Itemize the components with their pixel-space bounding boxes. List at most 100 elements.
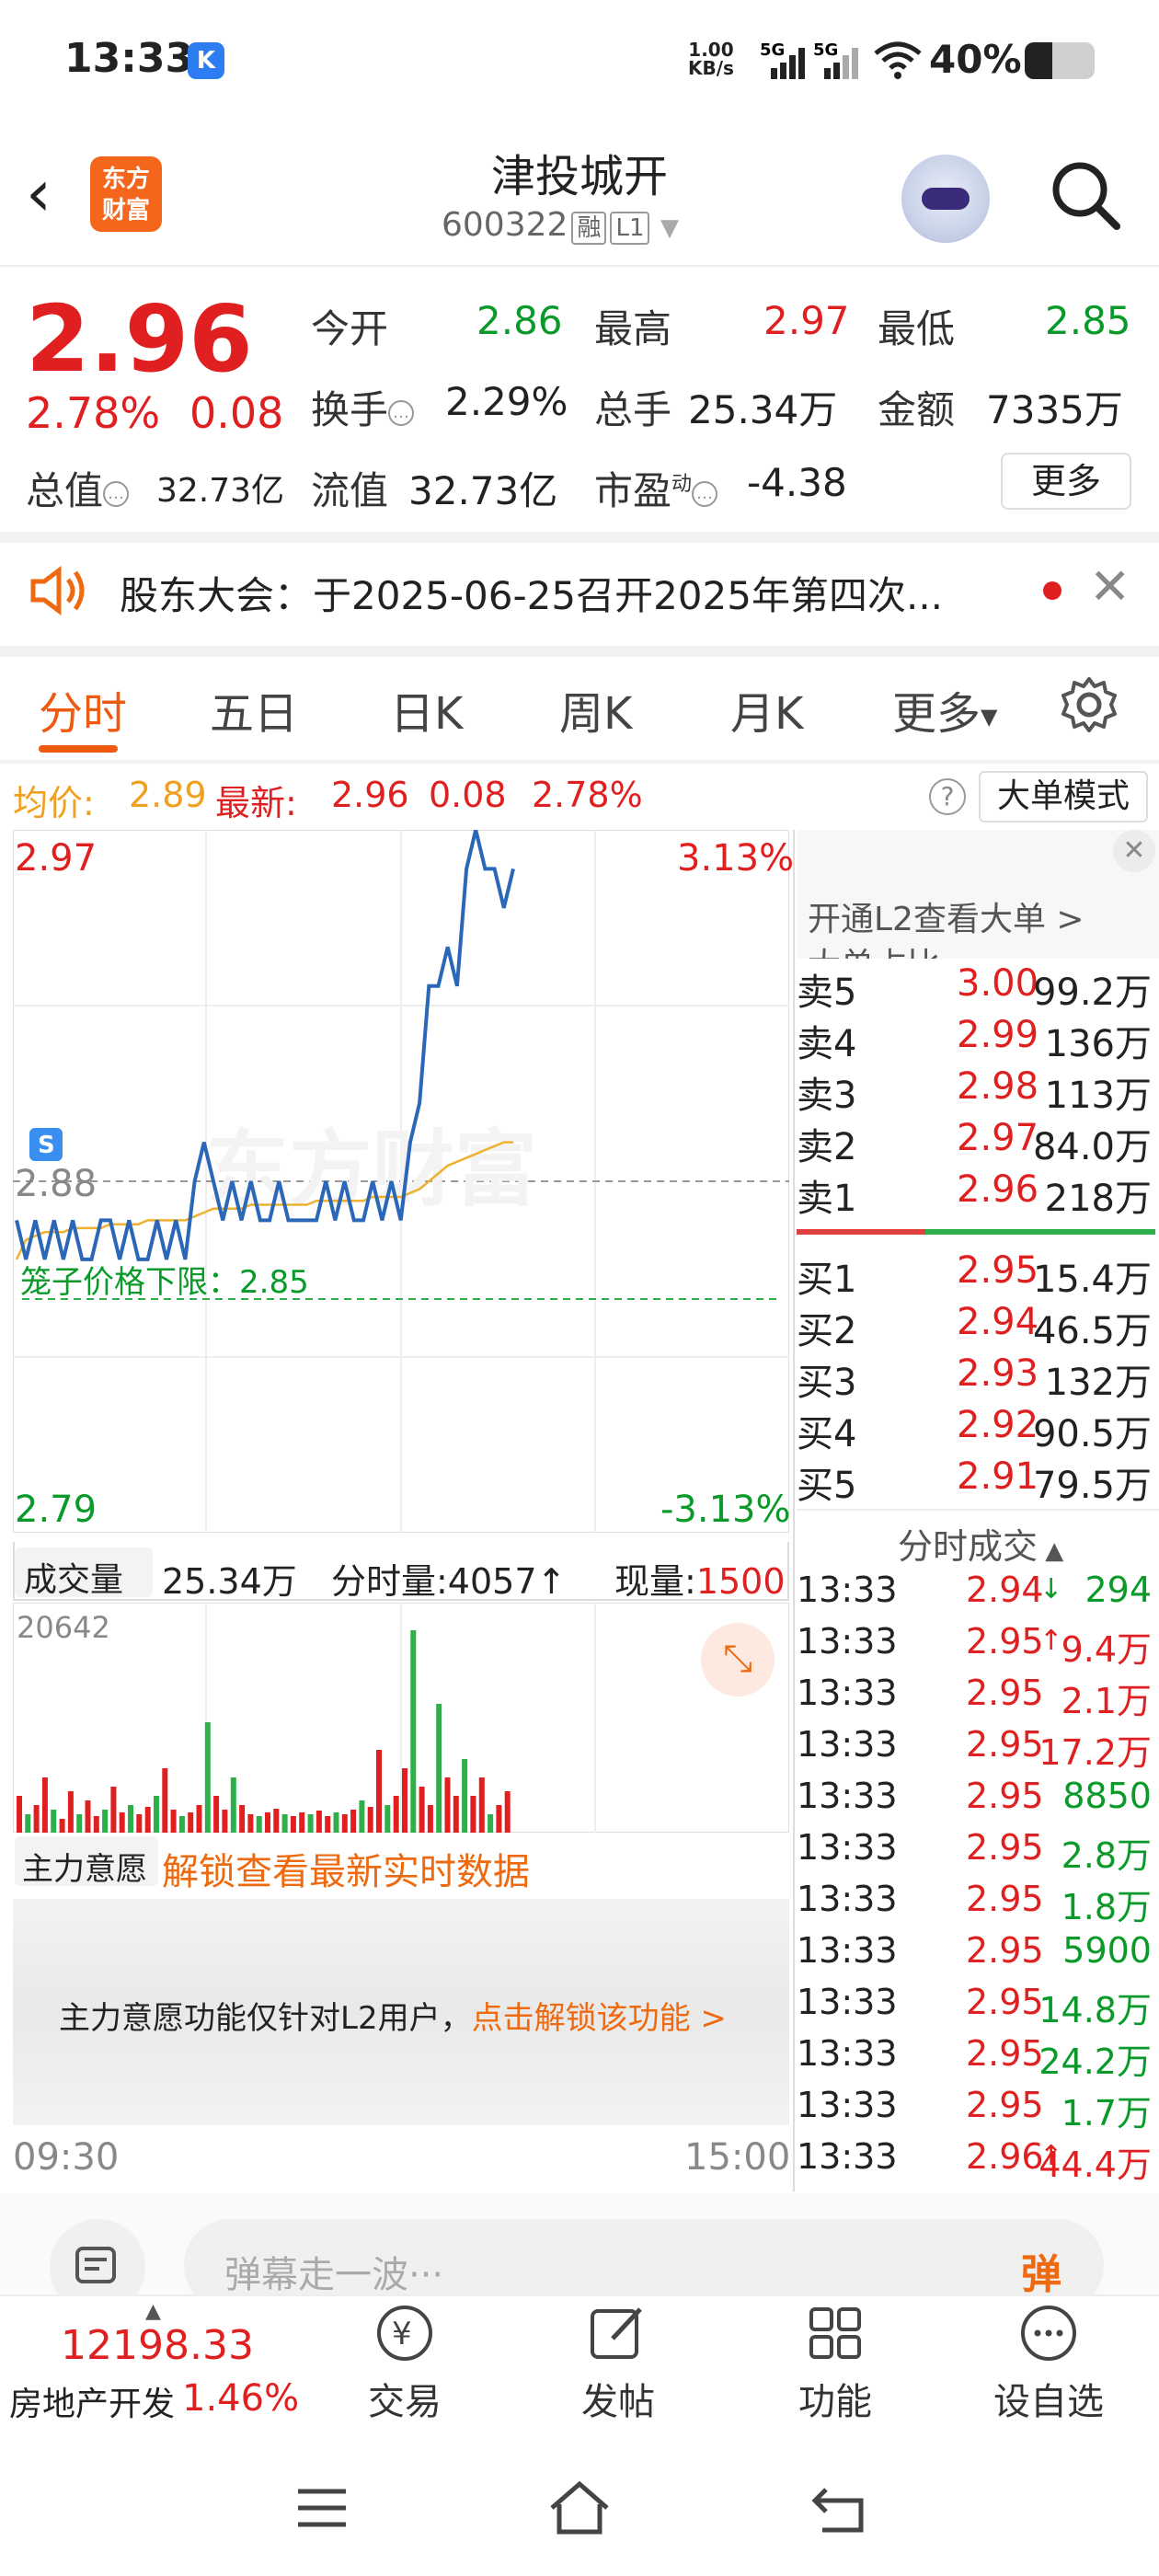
bid-row[interactable]: 买3 2.93 132万 [797, 1352, 1155, 1404]
more-dots-icon [1021, 2306, 1076, 2361]
index-name[interactable]: 房地产开发 [9, 2377, 175, 2425]
trades-title[interactable]: 分时成交 ▲ [898, 1518, 1063, 1569]
volume-bar [462, 1759, 468, 1833]
volume-bar [230, 1777, 236, 1833]
tab-underline [39, 745, 118, 753]
home-icon[interactable] [546, 2478, 613, 2537]
big-order-mode-button[interactable]: 大单模式 [979, 771, 1148, 822]
volume-bar [17, 1796, 22, 1833]
volume-bar [393, 1796, 399, 1833]
trade-row: 13:33 2.95 1.8万 [797, 1879, 1155, 1930]
menu-icon[interactable] [293, 2484, 351, 2532]
turnover-label[interactable]: 换手… [311, 379, 415, 435]
chevron-down-icon: ▼ [660, 214, 679, 242]
volume-max: 20642 [17, 1610, 110, 1645]
bid-row[interactable]: 买5 2.91 79.5万 [797, 1455, 1155, 1507]
main-force-selector[interactable]: 主力意愿 ▼ [15, 1836, 158, 1920]
trade-volume: 294 [1084, 1570, 1152, 1610]
bid-volume: 46.5万 [1032, 1310, 1152, 1352]
volume-bar-chart[interactable] [13, 1603, 789, 1833]
more-quote-button[interactable]: 更多 [1001, 453, 1131, 510]
back-icon[interactable] [809, 2482, 870, 2536]
close-icon[interactable]: ✕ [1089, 558, 1130, 615]
trade-time: 13:33 [797, 1930, 898, 1971]
index-value[interactable]: 12198.33 [61, 2322, 254, 2369]
stock-code-row[interactable]: 600322 融 L1 ▼ [442, 206, 679, 245]
bid-row[interactable]: 买4 2.92 90.5万 [797, 1404, 1155, 1455]
change-percent: 2.78% [26, 388, 161, 438]
latest-value: 2.96 [331, 775, 409, 815]
battery-icon [1025, 42, 1095, 79]
trade-volume: 44.4万 [1039, 2145, 1152, 2185]
ask-row[interactable]: 卖4 2.99 136万 [797, 1014, 1155, 1065]
volume-selector[interactable]: 成交量 ▼ [15, 1547, 153, 1633]
up-arrow-icon: ↑ [536, 1561, 567, 1602]
post-button[interactable]: 发帖 [526, 2300, 710, 2425]
bid-row[interactable]: 买1 2.95 15.4万 [797, 1249, 1155, 1301]
high-value: 2.97 [763, 298, 850, 343]
unread-dot [1043, 581, 1061, 600]
open-label: 今开 [311, 306, 389, 351]
chart-ref-price: 2.88 [15, 1163, 98, 1205]
volume-bar [178, 1816, 185, 1833]
trade-button[interactable]: ¥ 交易 [313, 2300, 497, 2425]
volume-bar [444, 1777, 451, 1833]
functions-button[interactable]: 功能 [743, 2300, 927, 2425]
add-watchlist-button[interactable]: 设自选 [957, 2300, 1141, 2425]
expand-icon[interactable]: ⤡ [701, 1623, 775, 1696]
grid-icon [809, 2307, 861, 2359]
unlock-link[interactable]: 解锁查看最新实时数据 [162, 1842, 530, 1895]
trade-row: 13:33 2.94 ↓ 294 [797, 1570, 1155, 1621]
low-label: 最低 [878, 306, 956, 351]
bid-price: 2.91 [957, 1455, 1039, 1498]
latest-percent: 2.78% [532, 775, 643, 815]
volume-bar [402, 1768, 407, 1833]
volume-bar [436, 1704, 442, 1833]
edit-icon [591, 2307, 642, 2359]
intraday-price-chart[interactable]: 东方财富 S [13, 830, 789, 1533]
volume-bar [256, 1816, 262, 1833]
ask-row[interactable]: 卖2 2.97 84.0万 [797, 1117, 1155, 1168]
volume-bar [367, 1807, 373, 1833]
ask-row[interactable]: 卖1 2.96 218万 [797, 1168, 1155, 1220]
tab-weekly-k[interactable]: 周K [559, 677, 632, 742]
close-icon[interactable]: ✕ [1113, 830, 1155, 872]
notice-text[interactable]: 股东大会：于2025-06-25召开2025年第四次... [120, 565, 993, 620]
danmaku-send-button[interactable]: 弹 [1021, 2241, 1061, 2300]
tab-monthly-k[interactable]: 月K [730, 677, 803, 742]
big-order-promo[interactable]: 开通L2查看大单 > 大单占比 ✕ [797, 830, 1159, 959]
trade-row: 13:33 2.95 2.8万 [797, 1827, 1155, 1879]
tab-daily-k[interactable]: 日K [390, 677, 463, 742]
help-icon[interactable]: ? [929, 778, 966, 815]
network-speed: 1.00 KB/s [688, 39, 734, 79]
float-value: 32.73亿 [408, 468, 558, 513]
ask-row[interactable]: 卖5 3.00 99.2万 [797, 962, 1155, 1014]
volume-bar [496, 1805, 502, 1833]
volume-bar [196, 1805, 202, 1833]
change-amount: 0.08 [189, 388, 284, 438]
volume-bar [213, 1796, 220, 1833]
ask-row[interactable]: 卖3 2.98 113万 [797, 1065, 1155, 1117]
trade-time: 13:33 [797, 1879, 898, 1919]
tab-five-day[interactable]: 五日 [210, 677, 298, 742]
trade-time: 13:33 [797, 1776, 898, 1816]
ask-volume: 136万 [1044, 1023, 1152, 1065]
ask-price: 2.96 [957, 1168, 1039, 1211]
bid-row[interactable]: 买2 2.94 46.5万 [797, 1301, 1155, 1352]
volume-bar [76, 1814, 83, 1833]
trade-volume: 9.4万 [1061, 1629, 1152, 1670]
trade-price: 2.95 [966, 1930, 1044, 1971]
divider [0, 760, 1159, 764]
mcap-label[interactable]: 总值… [26, 460, 130, 516]
search-icon[interactable] [1049, 158, 1122, 232]
volume-value: 25.34万 [688, 387, 838, 432]
info-icon: … [388, 399, 415, 426]
pe-label[interactable]: 市盈动… [594, 460, 718, 516]
volume-bar [59, 1819, 65, 1833]
chart-bottom-pct: -3.13% [660, 1489, 791, 1531]
gear-icon[interactable] [1060, 675, 1119, 734]
tab-more[interactable]: 更多▼ [892, 677, 997, 742]
unlock-feature-link[interactable]: 点击解锁该功能 > [472, 2000, 727, 2037]
tab-intraday[interactable]: 分时 [39, 677, 127, 742]
assistant-robot-icon[interactable] [901, 155, 990, 243]
